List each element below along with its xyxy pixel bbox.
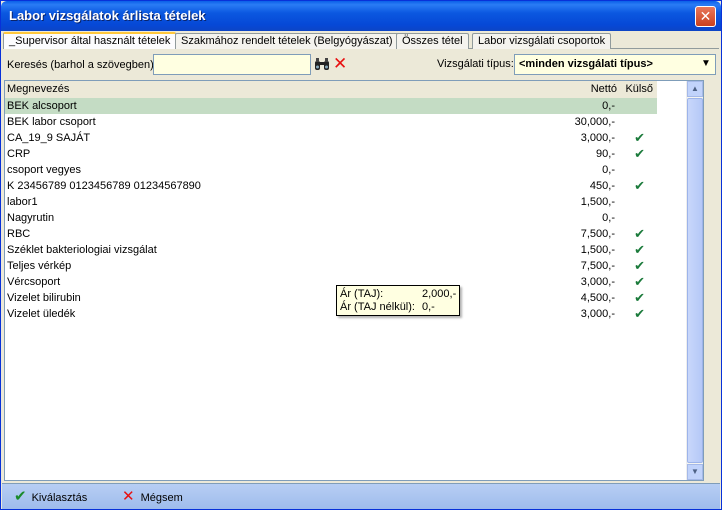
external-check-icon: ✔ [634, 306, 645, 321]
table-row[interactable]: Vércsoport 3,000,- ✔ [5, 274, 657, 290]
tab-specialty[interactable]: Szakmához rendelt tételek (Belgyógyászat… [175, 33, 399, 49]
scroll-up-icon[interactable]: ▲ [687, 81, 703, 97]
table-row[interactable]: csoport vegyes 0,- [5, 162, 657, 178]
row-net-price: 7,500,- [580, 228, 615, 240]
row-net-price: 0,- [602, 212, 615, 224]
table-row[interactable]: Teljes vérkép 7,500,- ✔ [5, 258, 657, 274]
chevron-down-icon[interactable]: ▼ [700, 58, 712, 70]
filter-toolbar: Keresés (barhol a szövegben): ✕ Vizsgála… [3, 51, 719, 79]
row-name: Nagyrutin [7, 212, 55, 224]
tab-all-items[interactable]: Összes tétel [396, 33, 469, 49]
price-tooltip: Ár (TAJ): 2,000,- Ár (TAJ nélkül): 0,- [336, 285, 460, 316]
table-row[interactable]: BEK alcsoport 0,- [5, 98, 657, 114]
vertical-scrollbar[interactable]: ▲ ▼ [686, 81, 703, 480]
row-name: CRP [7, 148, 31, 160]
row-name: Vizelet üledék [7, 308, 76, 320]
row-net-price: 3,000,- [580, 132, 615, 144]
row-name: CA_19_9 SAJÁT [7, 132, 91, 144]
grid-rows: BEK alcsoport 0,- BEK labor csoport 30,000,… [5, 98, 657, 322]
search-input[interactable] [153, 54, 311, 75]
bottom-bar: ✔ Kiválasztás ✕ Mégsem [2, 483, 720, 509]
external-check-icon: ✔ [634, 178, 645, 193]
tooltip-label-taj: Ár (TAJ): [340, 288, 384, 300]
tooltip-value-no-taj: 0,- [422, 301, 435, 313]
tooltip-label-no-taj: Ár (TAJ nélkül): [340, 301, 415, 313]
select-button[interactable]: ✔ Kiválasztás [14, 487, 87, 507]
title-bar[interactable]: Labor vizsgálatok árlista tételek ✕ [1, 1, 721, 31]
table-row[interactable]: Vizelet bilirubin 4,500,- ✔ [5, 290, 657, 306]
row-name: RBC [7, 228, 31, 240]
row-net-price: 3,000,- [580, 308, 615, 320]
tab-lab-groups[interactable]: Labor vizsgálati csoportok [472, 33, 612, 49]
row-name: Vércsoport [7, 276, 61, 288]
external-check-icon: ✔ [634, 146, 645, 161]
external-check-icon: ✔ [634, 290, 645, 305]
external-check-icon: ✔ [634, 242, 645, 257]
row-name: csoport vegyes [7, 164, 81, 176]
items-grid: Megnevezés Nettó Külső BEK alcsoport 0,- B… [4, 80, 704, 481]
type-select-value: <minden vizsgálati típus> [519, 58, 653, 70]
cancel-button-label: Mégsem [140, 492, 183, 504]
close-button[interactable]: ✕ [695, 6, 716, 27]
scroll-thumb[interactable] [687, 98, 703, 463]
search-label: Keresés (barhol a szövegben): [7, 59, 157, 71]
external-check-icon: ✔ [634, 226, 645, 241]
row-net-price: 0,- [602, 100, 615, 112]
column-header-external[interactable]: Külső [625, 83, 653, 95]
table-row[interactable]: Nagyrutin 0,- [5, 210, 657, 226]
row-name: labor1 [7, 196, 38, 208]
table-row[interactable]: Vizelet üledék 3,000,- ✔ [5, 306, 657, 322]
table-row[interactable]: Széklet bakteriologiai vizsgálat 1,500,- ✔ [5, 242, 657, 258]
table-row[interactable]: RBC 7,500,- ✔ [5, 226, 657, 242]
row-name: BEK labor csoport [7, 116, 96, 128]
dialog-window: Labor vizsgálatok árlista tételek ✕ _Sup… [0, 0, 722, 510]
cancel-button[interactable]: ✕ Mégsem [122, 487, 183, 507]
row-name: Vizelet bilirubin [7, 292, 81, 304]
external-check-icon: ✔ [634, 258, 645, 273]
close-icon: ✕ [122, 488, 135, 505]
table-row[interactable]: BEK labor csoport 30,000,- [5, 114, 657, 130]
table-row[interactable]: CRP 90,- ✔ [5, 146, 657, 162]
row-net-price: 7,500,- [580, 260, 615, 272]
row-name: BEK alcsoport [7, 100, 77, 112]
select-button-label: Kiválasztás [31, 492, 88, 504]
type-select[interactable]: <minden vizsgálati típus> ▼ [514, 54, 716, 75]
scroll-down-icon[interactable]: ▼ [687, 464, 703, 480]
row-net-price: 3,000,- [580, 276, 615, 288]
external-check-icon: ✔ [634, 274, 645, 289]
row-net-price: 0,- [602, 164, 615, 176]
row-net-price: 4,500,- [580, 292, 615, 304]
binoculars-icon[interactable] [314, 57, 330, 71]
table-row[interactable]: CA_19_9 SAJÁT 3,000,- ✔ [5, 130, 657, 146]
row-net-price: 30,000,- [574, 116, 615, 128]
clear-x-icon[interactable]: ✕ [333, 55, 349, 72]
row-name: Teljes vérkép [7, 260, 72, 272]
window-title: Labor vizsgálatok árlista tételek [9, 8, 206, 23]
row-name: K 23456789 0123456789 01234567890 [7, 180, 201, 192]
row-net-price: 1,500,- [580, 244, 615, 256]
type-label: Vizsgálati típus: [437, 58, 514, 70]
row-net-price: 90,- [596, 148, 615, 160]
row-net-price: 450,- [589, 180, 615, 192]
external-check-icon: ✔ [634, 130, 645, 145]
column-header-name[interactable]: Megnevezés [7, 83, 69, 95]
grid-header: Megnevezés Nettó Külső [5, 81, 657, 98]
row-net-price: 1,500,- [580, 196, 615, 208]
row-name: Széklet bakteriologiai vizsgálat [7, 244, 157, 256]
tab-supervisor[interactable]: _Supervisor által használt tételek [3, 32, 177, 49]
table-row[interactable]: K 23456789 0123456789 01234567890 450,- ✔ [5, 178, 657, 194]
table-row[interactable]: labor1 1,500,- [5, 194, 657, 210]
tooltip-value-taj: 2,000,- [422, 288, 457, 300]
checkmark-icon: ✔ [14, 488, 27, 505]
column-header-net[interactable]: Nettó [591, 83, 617, 95]
tab-strip: _Supervisor által használt tételek Szakm… [3, 32, 719, 49]
